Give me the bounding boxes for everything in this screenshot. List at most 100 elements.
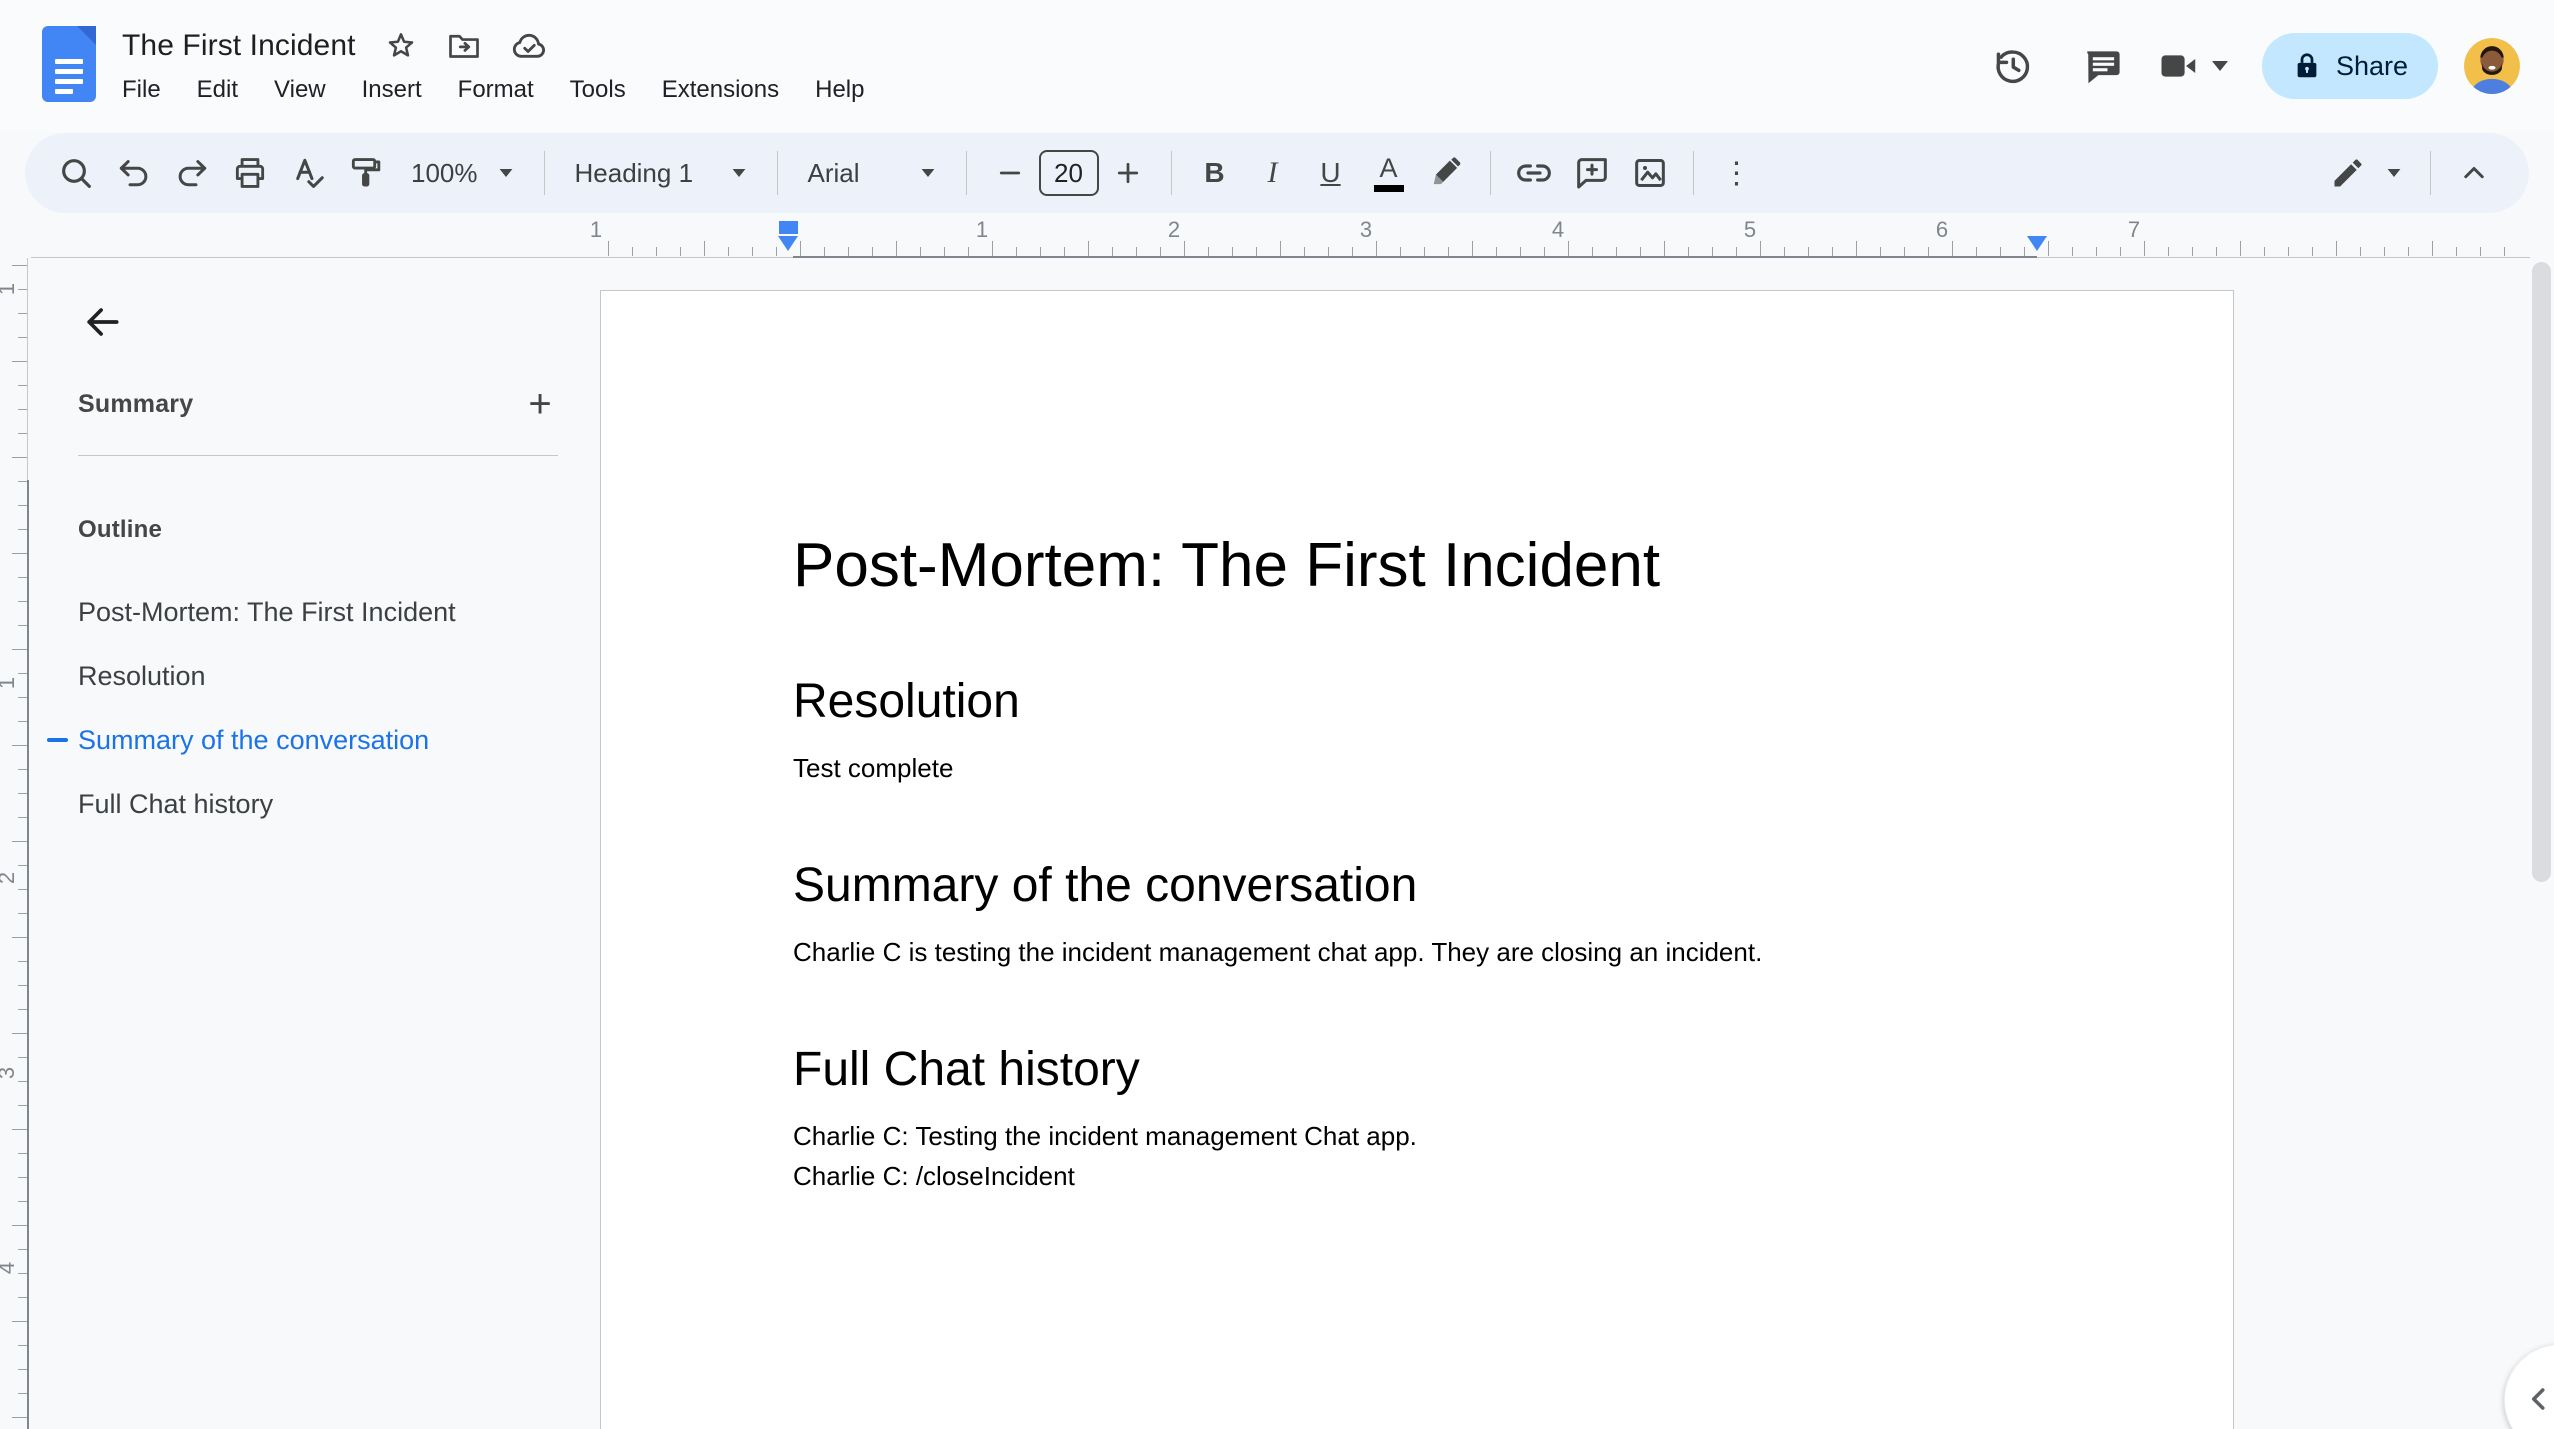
ruler-number: 1: [0, 677, 20, 689]
header: The First Incident File Edit View Insert…: [0, 0, 2554, 132]
menu-item-file[interactable]: File: [104, 70, 179, 110]
summary-section: Summary +: [78, 376, 568, 432]
toolbar-separator: [1489, 151, 1491, 195]
doc-heading-title[interactable]: Post-Mortem: The First Incident: [793, 531, 2037, 601]
menu-item-format[interactable]: Format: [440, 70, 552, 110]
toolbar-separator: [1170, 151, 1172, 195]
doc-heading-resolution[interactable]: Resolution: [793, 675, 2037, 729]
menu-item-extensions[interactable]: Extensions: [644, 70, 797, 110]
toolbar-separator: [1692, 151, 1694, 195]
move-folder-icon[interactable]: [446, 28, 482, 64]
add-summary-button[interactable]: +: [512, 376, 568, 432]
ruler-number: 4: [0, 1262, 20, 1274]
share-button[interactable]: Share: [2261, 33, 2438, 99]
menu-item-help[interactable]: Help: [797, 70, 882, 110]
docs-logo-icon[interactable]: [42, 26, 96, 102]
toolbar-separator: [543, 151, 545, 195]
document-page[interactable]: Post-Mortem: The First Incident Resoluti…: [600, 290, 2234, 1429]
font-caret-icon: [921, 169, 934, 177]
title-block: The First Incident File Edit View Insert…: [122, 24, 882, 110]
print-button[interactable]: [221, 144, 279, 202]
doc-paragraph[interactable]: Charlie C: Testing the incident manageme…: [793, 1119, 2037, 1153]
star-icon[interactable]: [384, 29, 418, 63]
chevron-left-icon: [2531, 1388, 2545, 1410]
bold-button[interactable]: B: [1186, 144, 1244, 202]
doc-paragraph[interactable]: Test complete: [793, 751, 2037, 785]
font-size-input[interactable]: 20: [1038, 150, 1099, 196]
doc-heading-full-chat-history[interactable]: Full Chat history: [793, 1043, 2037, 1097]
zoom-select[interactable]: 100%: [395, 144, 530, 202]
search-menus-button[interactable]: [47, 144, 105, 202]
document-title[interactable]: The First Incident: [122, 29, 356, 63]
ruler-number: 3: [0, 1067, 20, 1079]
highlight-color-button[interactable]: [1418, 144, 1476, 202]
zoom-value: 100%: [411, 157, 478, 188]
ruler-ticks: [12, 265, 27, 1425]
menu-item-edit[interactable]: Edit: [179, 70, 256, 110]
search-icon: [62, 159, 91, 188]
print-icon: [235, 158, 265, 188]
insert-image-icon: [1634, 159, 1665, 187]
doc-heading-summary[interactable]: Summary of the conversation: [793, 859, 2037, 913]
paint-roller-icon: [351, 158, 381, 187]
outline-item-summary-of-conversation[interactable]: Summary of the conversation: [30, 708, 575, 772]
menu-item-insert[interactable]: Insert: [344, 70, 440, 110]
more-toolbar-options-button[interactable]: ⋮: [1708, 144, 1766, 202]
open-comments-button[interactable]: [2066, 30, 2138, 102]
editing-mode-select[interactable]: [2316, 144, 2416, 202]
decrease-font-size-button[interactable]: [981, 144, 1039, 202]
menu-item-tools[interactable]: Tools: [552, 70, 644, 110]
chevron-up-icon: [2464, 167, 2484, 179]
first-line-indent-marker[interactable]: [778, 221, 798, 234]
toolbar-separator: [965, 151, 967, 195]
lock-icon: [2292, 51, 2322, 81]
paragraph-style-value: Heading 1: [574, 157, 694, 188]
right-indent-marker[interactable]: [2027, 236, 2047, 251]
add-comment-icon: [1576, 158, 1607, 189]
show-side-panel-button[interactable]: [2504, 1344, 2554, 1429]
spelling-check-button[interactable]: [279, 144, 337, 202]
redo-button[interactable]: [163, 144, 221, 202]
underline-button[interactable]: U: [1302, 144, 1360, 202]
insert-link-button[interactable]: [1505, 144, 1563, 202]
ruler-number: 1: [589, 217, 603, 242]
undo-icon: [119, 160, 148, 187]
ruler-number: 3: [1359, 217, 1373, 242]
vertical-scrollbar-thumb[interactable]: [2532, 262, 2551, 882]
italic-button[interactable]: I: [1244, 144, 1302, 202]
account-avatar[interactable]: [2464, 38, 2520, 94]
ruler-margin-span: [27, 480, 29, 1429]
doc-paragraph[interactable]: Charlie C: /closeIncident: [793, 1159, 2037, 1193]
paint-format-button[interactable]: [337, 144, 395, 202]
outline-item-full-chat-history[interactable]: Full Chat history: [30, 772, 575, 836]
paragraph-style-select[interactable]: Heading 1: [559, 144, 763, 202]
panel-divider: [78, 455, 558, 456]
ruler-number: 2: [1167, 217, 1181, 242]
left-indent-marker[interactable]: [778, 221, 798, 251]
add-comment-button[interactable]: [1563, 144, 1621, 202]
close-panel-button[interactable]: [70, 290, 134, 354]
undo-button[interactable]: [105, 144, 163, 202]
ruler-margin-span: [793, 256, 2037, 258]
outline-item-resolution[interactable]: Resolution: [30, 644, 575, 708]
minus-icon: [999, 171, 1020, 175]
ruler-number: 7: [2127, 217, 2141, 242]
text-color-button[interactable]: A: [1360, 144, 1418, 202]
insert-image-button[interactable]: [1621, 144, 1679, 202]
join-call-button[interactable]: [2156, 44, 2228, 88]
vertical-ruler: 1 1 2 3 4: [0, 258, 30, 1429]
header-left: The First Incident File Edit View Insert…: [0, 0, 882, 132]
share-button-label: Share: [2335, 50, 2408, 81]
plus-icon: [1117, 162, 1138, 184]
outline-item-post-mortem[interactable]: Post-Mortem: The First Incident: [30, 580, 575, 644]
active-item-dash-icon: [47, 738, 68, 742]
underline-icon: U: [1320, 157, 1341, 188]
menu-item-view[interactable]: View: [256, 70, 344, 110]
menu-bar: File Edit View Insert Format Tools Exten…: [104, 70, 882, 110]
hide-menus-button[interactable]: [2445, 144, 2503, 202]
ruler-number: 1: [975, 217, 989, 242]
version-history-button[interactable]: [1976, 30, 2048, 102]
font-select[interactable]: Arial: [792, 144, 952, 202]
increase-font-size-button[interactable]: [1099, 144, 1157, 202]
doc-paragraph[interactable]: Charlie C is testing the incident manage…: [793, 935, 2037, 969]
